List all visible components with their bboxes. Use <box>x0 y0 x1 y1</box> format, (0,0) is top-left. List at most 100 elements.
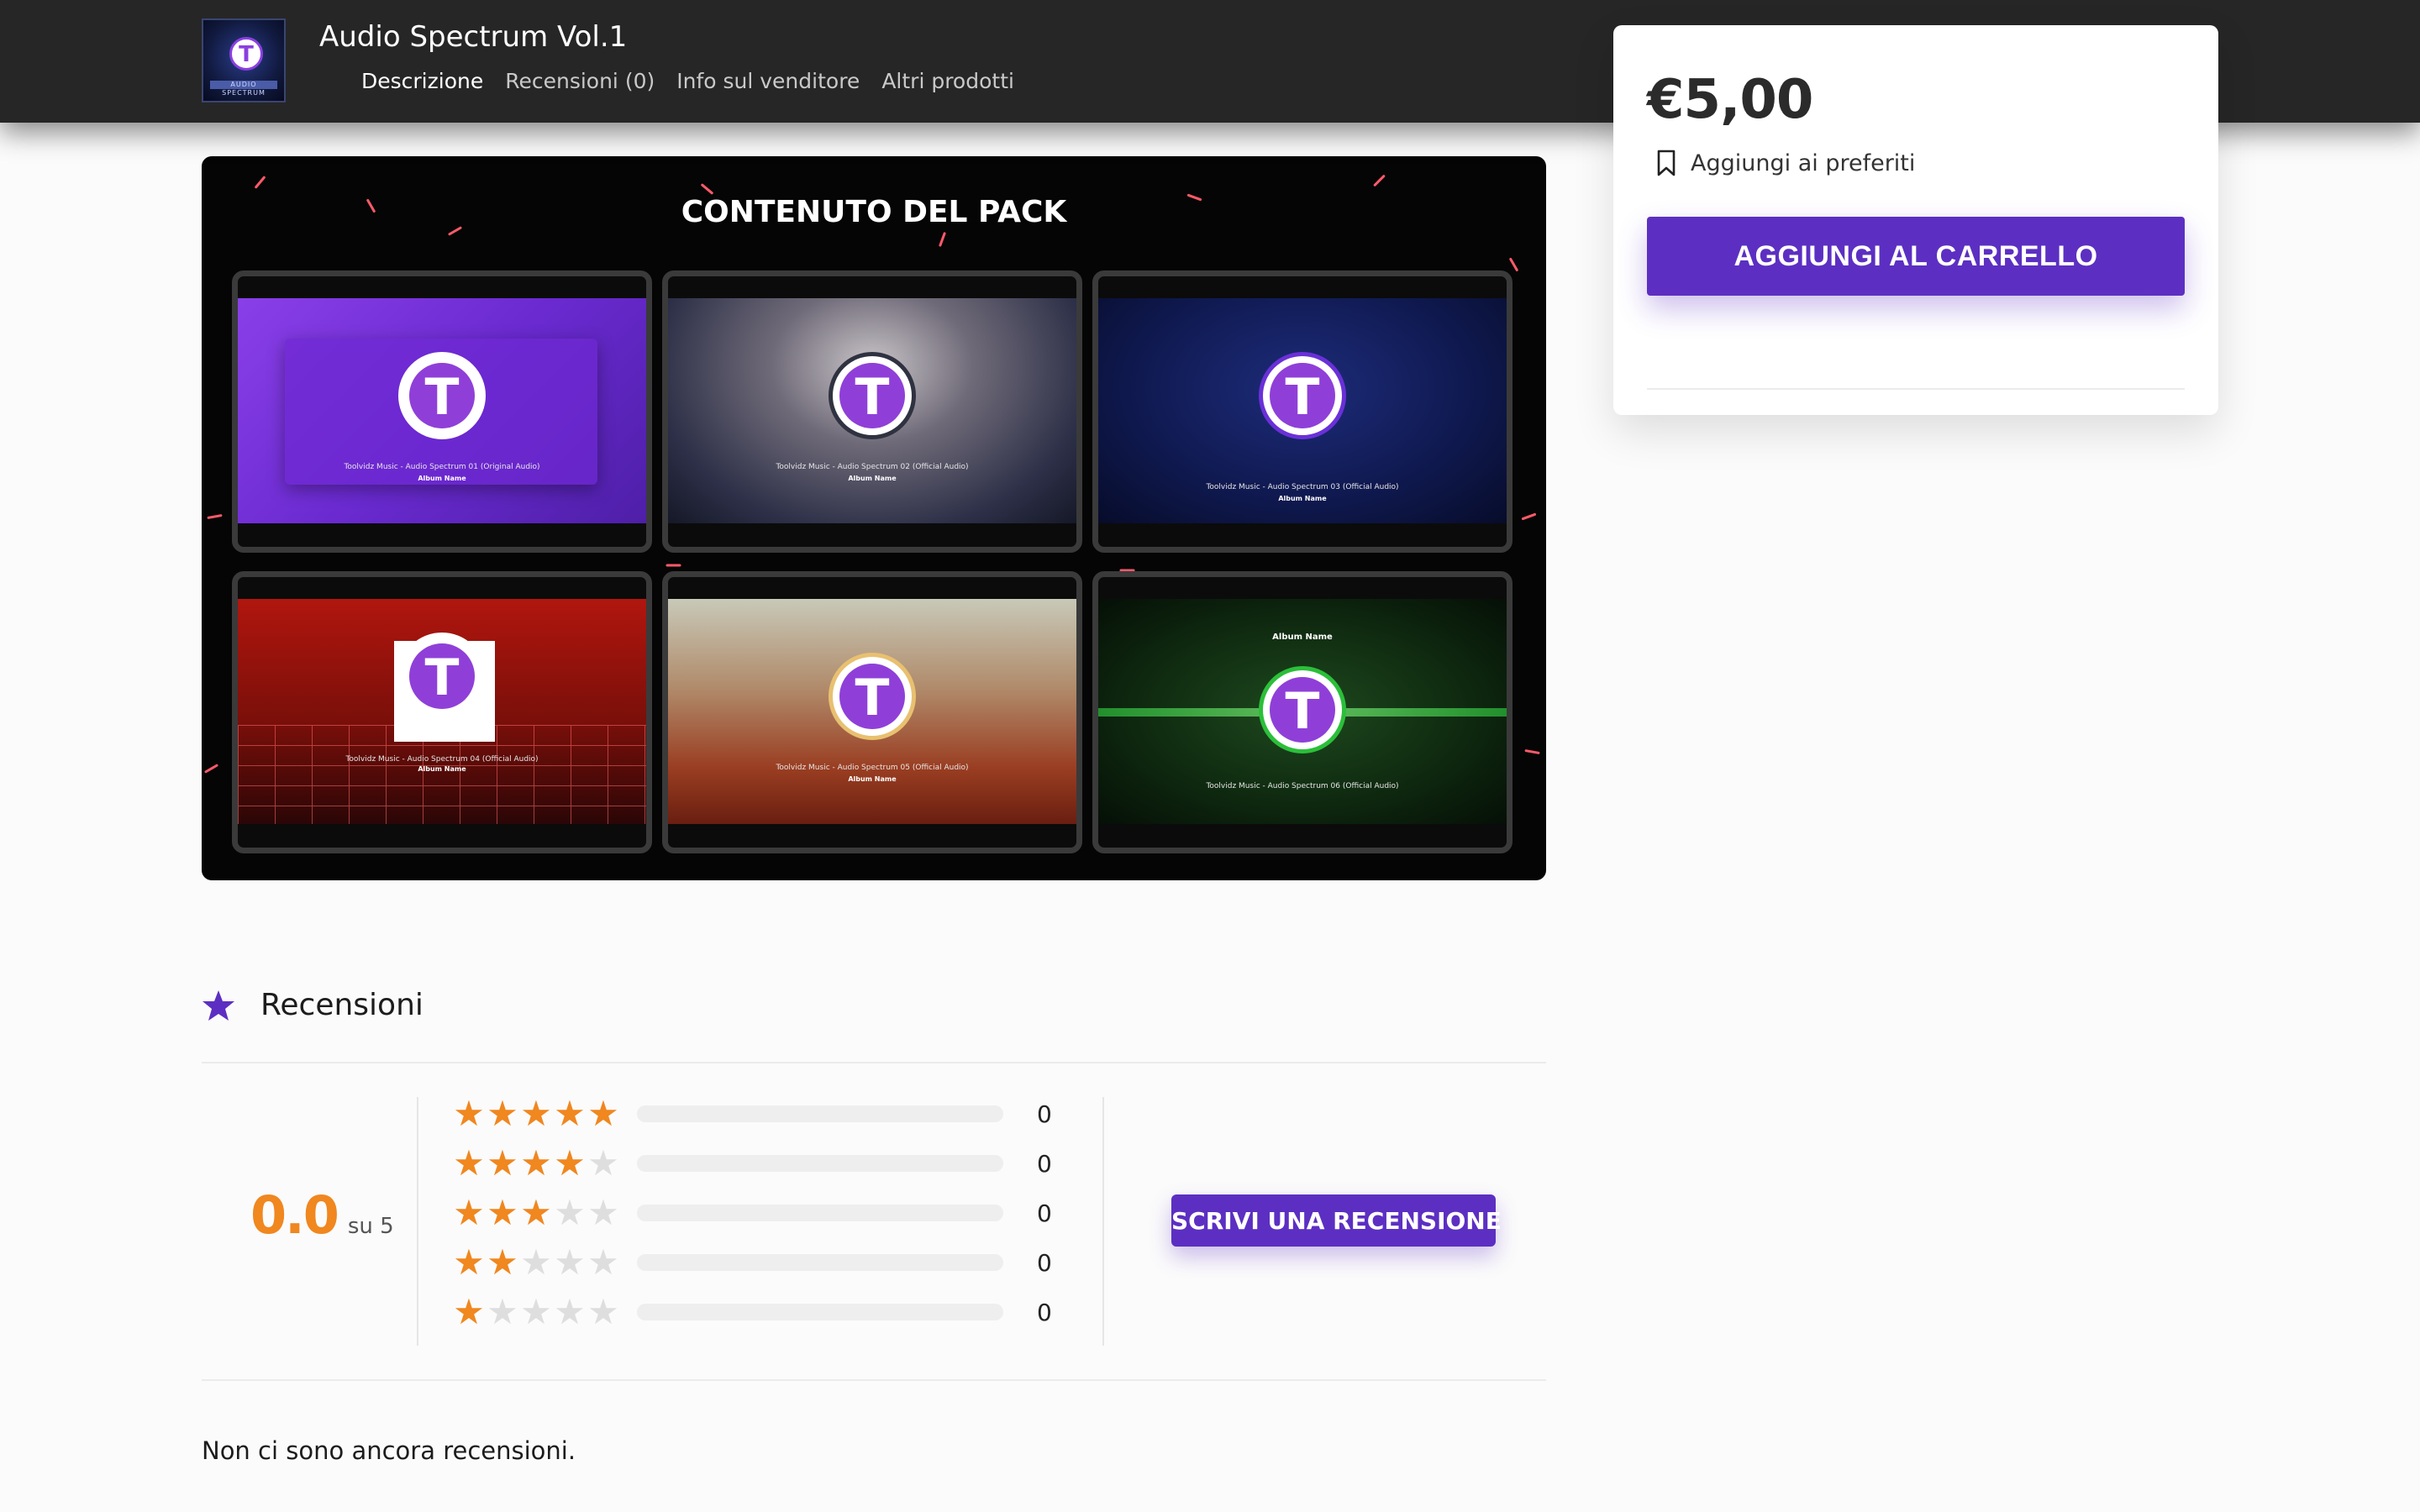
tile-subcaption: Album Name <box>418 475 466 482</box>
spark <box>254 176 266 189</box>
tile-screen: T Toolvidz Music - Audio Spectrum 05 (Of… <box>668 599 1076 824</box>
star-filled-icon: ★ <box>520 1192 552 1233</box>
rating-count: 0 <box>1037 1298 1052 1326</box>
star-empty-icon: ★ <box>520 1242 552 1283</box>
tile-subcaption: Album Name <box>848 775 897 783</box>
rating-bar <box>637 1105 1003 1122</box>
star-empty-icon: ★ <box>554 1192 586 1233</box>
thumbnail-logo: T <box>229 37 263 71</box>
no-reviews-message: Non ci sono ancora recensioni. <box>202 1436 576 1465</box>
reviews-divider-top <box>202 1062 1546 1063</box>
pack-tile-1: T Toolvidz Music - Audio Spectrum 01 (Or… <box>232 270 652 553</box>
star-filled-icon: ★ <box>453 1242 485 1283</box>
spark <box>939 232 946 247</box>
tile-logo: T <box>829 653 916 740</box>
spark <box>207 513 223 520</box>
rating-bar <box>637 1304 1003 1320</box>
tile-subcaption: Album Name <box>1278 495 1327 502</box>
tile-caption: Toolvidz Music - Audio Spectrum 03 (Offi… <box>1206 483 1399 491</box>
pack-tile-5: T Toolvidz Music - Audio Spectrum 05 (Of… <box>662 571 1082 853</box>
tab-info-venditore[interactable]: Info sul venditore <box>676 69 860 93</box>
tile-screen: Album Name T Toolvidz Music - Audio Spec… <box>1098 599 1507 824</box>
average-score-value: 0.0 <box>250 1184 339 1246</box>
pack-tile-6: Album Name T Toolvidz Music - Audio Spec… <box>1092 571 1512 853</box>
star-empty-icon: ★ <box>487 1291 518 1332</box>
stars: ★ ★ ★ ★ ★ <box>452 1145 620 1182</box>
star-filled-icon: ★ <box>453 1093 485 1134</box>
rating-count: 0 <box>1037 1100 1052 1128</box>
price: €5,00 <box>1647 69 1813 131</box>
tile-top-text: Album Name <box>1272 633 1333 642</box>
tab-recensioni[interactable]: Recensioni (0) <box>505 69 655 93</box>
write-review-button[interactable]: SCRIVI UNA RECENSIONE <box>1171 1194 1502 1247</box>
pack-tile-2: T Toolvidz Music - Audio Spectrum 02 (Of… <box>662 270 1082 553</box>
rating-count: 0 <box>1037 1199 1052 1227</box>
star-filled-icon: ★ <box>487 1242 518 1283</box>
star-empty-icon: ★ <box>587 1291 619 1332</box>
star-filled-icon: ★ <box>554 1142 586 1184</box>
spark <box>1521 512 1537 521</box>
add-to-wishlist[interactable]: Aggiungi ai preferiti <box>1657 150 1915 176</box>
tile-caption: Toolvidz Music - Audio Spectrum 02 (Offi… <box>776 463 969 471</box>
star-filled-icon: ★ <box>587 1093 619 1134</box>
star-filled-icon: ★ <box>520 1093 552 1134</box>
stars: ★ ★ ★ ★ ★ <box>452 1244 620 1281</box>
tile-subcaption: Album Name <box>848 475 897 482</box>
rating-bar <box>637 1205 1003 1221</box>
tile-screen: T Toolvidz Music - Audio Spectrum 03 (Of… <box>1098 298 1507 523</box>
product-title: Audio Spectrum Vol.1 <box>319 20 628 54</box>
tab-descrizione[interactable]: Descrizione <box>361 69 483 93</box>
tile-logo: T <box>1259 666 1346 754</box>
rating-count: 0 <box>1037 1248 1052 1277</box>
rating-bar <box>637 1254 1003 1271</box>
average-score: 0.0 su 5 <box>250 1184 394 1246</box>
star-empty-icon: ★ <box>587 1142 619 1184</box>
spark <box>1508 257 1519 272</box>
rating-bar <box>637 1155 1003 1172</box>
reviews-title: Recensioni <box>260 988 424 1022</box>
purchase-card: €5,00 Aggiungi ai preferiti AGGIUNGI AL … <box>1613 25 2218 415</box>
rating-row-3: ★ ★ ★ ★ ★ 0 <box>452 1194 1071 1231</box>
tile-caption: Toolvidz Music - Audio Spectrum 01 (Orig… <box>344 463 540 471</box>
star-empty-icon: ★ <box>520 1291 552 1332</box>
wishlist-label: Aggiungi ai preferiti <box>1691 150 1916 176</box>
stars: ★ ★ ★ ★ ★ <box>452 1194 620 1231</box>
spark <box>666 564 681 567</box>
tile-logo: T <box>398 633 486 720</box>
pack-title: CONTENUTO DEL PACK <box>681 195 1067 229</box>
rating-row-2: ★ ★ ★ ★ ★ 0 <box>452 1244 1071 1281</box>
star-empty-icon: ★ <box>587 1242 619 1283</box>
star-empty-icon: ★ <box>554 1291 586 1332</box>
tile-logo: T <box>829 352 916 439</box>
reviews-header: Recensioni <box>202 988 424 1022</box>
pack-tile-3: T Toolvidz Music - Audio Spectrum 03 (Of… <box>1092 270 1512 553</box>
tile-caption: Toolvidz Music - Audio Spectrum 05 (Offi… <box>776 764 969 772</box>
tile-caption: Toolvidz Music - Audio Spectrum 06 (Offi… <box>1206 782 1399 790</box>
spark <box>1524 748 1540 755</box>
tile-caption: Toolvidz Music - Audio Spectrum 04 (Offi… <box>345 755 539 764</box>
tile-screen: T Toolvidz Music - Audio Spectrum 02 (Of… <box>668 298 1076 523</box>
star-filled-icon: ★ <box>487 1093 518 1134</box>
stars: ★ ★ ★ ★ ★ <box>452 1294 620 1331</box>
stars: ★ ★ ★ ★ ★ <box>452 1095 620 1132</box>
average-score-suffix: su 5 <box>347 1214 394 1239</box>
product-tabs: Descrizione Recensioni (0) Info sul vend… <box>361 69 1014 93</box>
star-filled-icon: ★ <box>487 1142 518 1184</box>
breakdown-divider <box>1102 1097 1104 1346</box>
tab-altri-prodotti[interactable]: Altri prodotti <box>881 69 1014 93</box>
rating-row-1: ★ ★ ★ ★ ★ 0 <box>452 1294 1071 1331</box>
rating-row-4: ★ ★ ★ ★ ★ 0 <box>452 1145 1071 1182</box>
star-filled-icon: ★ <box>453 1192 485 1233</box>
star-icon <box>203 990 234 1021</box>
reviews-divider-bottom <box>202 1379 1546 1381</box>
star-filled-icon: ★ <box>520 1142 552 1184</box>
tile-logo: T <box>398 352 486 439</box>
product-thumbnail[interactable]: T AUDIO SPECTRUM <box>202 18 286 102</box>
tile-subcaption: Album Name <box>418 765 466 773</box>
tile-logo: T <box>1259 352 1346 439</box>
star-filled-icon: ★ <box>453 1142 485 1184</box>
add-to-cart-button[interactable]: AGGIUNGI AL CARRELLO <box>1647 217 2185 296</box>
tile-screen: T Toolvidz Music - Audio Spectrum 04 (Of… <box>238 599 646 824</box>
star-filled-icon: ★ <box>554 1093 586 1134</box>
star-filled-icon: ★ <box>487 1192 518 1233</box>
